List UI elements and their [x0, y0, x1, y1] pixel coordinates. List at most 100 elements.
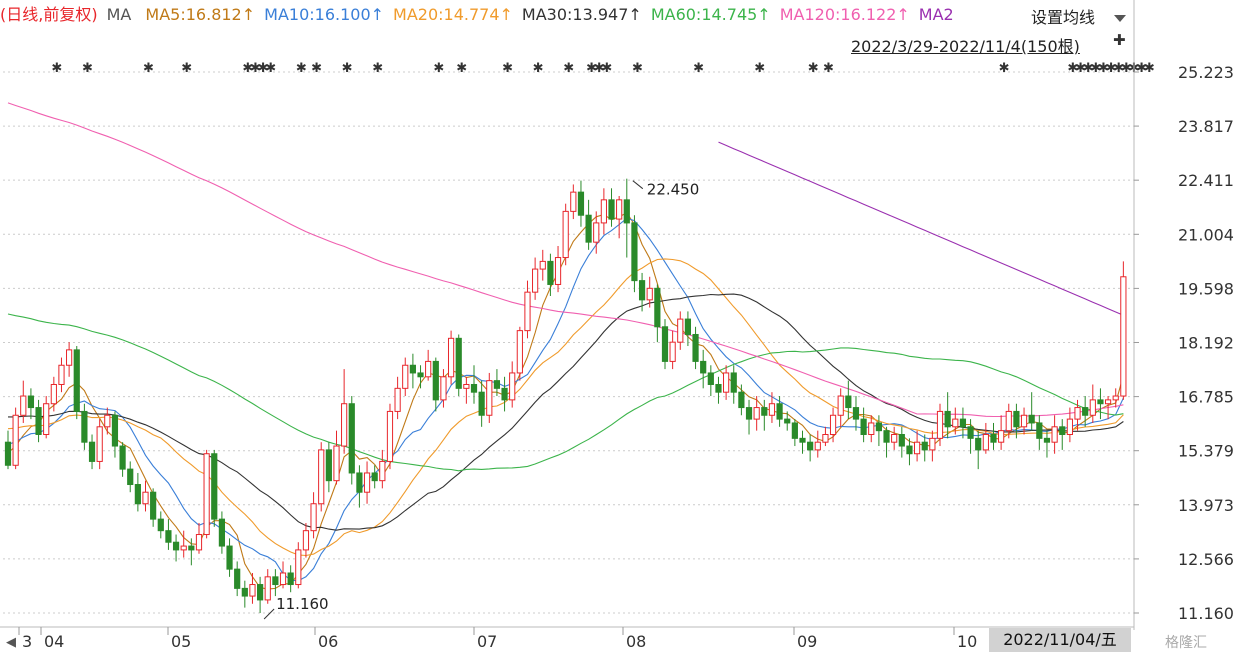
candle: [211, 449, 218, 527]
set-ma-button[interactable]: 设置均线: [1031, 4, 1127, 28]
candle: [936, 403, 944, 447]
y-tick-label: 12.566: [1178, 550, 1234, 569]
candle: [883, 426, 890, 458]
x-tick-label: 3: [22, 632, 32, 651]
candle: [386, 403, 394, 470]
legend-item-0: MA5:16.812↑: [145, 5, 256, 24]
candle: [341, 369, 348, 454]
candle: [898, 426, 905, 458]
candle: [570, 184, 577, 220]
candle: [195, 522, 203, 554]
candle: [692, 326, 699, 370]
low-pointer: [263, 608, 275, 620]
watermark: 格隆汇: [1165, 635, 1207, 651]
candle: [257, 576, 264, 613]
y-tick-label: 16.785: [1178, 388, 1234, 407]
candle: [1013, 403, 1020, 439]
candle: [272, 569, 279, 597]
candle: [631, 215, 638, 293]
candle: [234, 561, 241, 597]
candle: [279, 561, 287, 589]
candle: [730, 365, 737, 404]
event-marker: ✱: [82, 61, 93, 76]
y-tick-label: 23.817: [1178, 117, 1234, 136]
candle: [203, 449, 210, 539]
candle: [654, 284, 661, 343]
pin-icon[interactable]: ✚: [1113, 31, 1126, 49]
legend-item-2: MA20:14.774↑: [393, 5, 513, 24]
y-tick-label: 13.973: [1178, 496, 1234, 515]
candle: [1043, 430, 1051, 458]
legend-prefix: (日线,前复权): [0, 5, 98, 24]
legend-item-1: MA10:16.100↑: [264, 5, 385, 24]
high-pointer: [632, 180, 644, 190]
grid-lines: [3, 71, 1134, 614]
candle: [134, 472, 141, 512]
candle: [677, 311, 684, 350]
date-range-label[interactable]: 2022/3/29-2022/11/4(150根): [851, 33, 1080, 57]
event-marker: ✱: [808, 61, 819, 76]
candle: [157, 511, 164, 539]
scroll-left-icon[interactable]: ◀: [6, 635, 16, 650]
candle: [745, 399, 753, 435]
candle: [218, 511, 226, 554]
candle: [845, 380, 852, 420]
candle: [371, 465, 378, 489]
legend-item-3: MA30:13.947↑: [521, 5, 642, 24]
event-marker: ✱: [265, 61, 276, 76]
event-marker: ✱: [601, 61, 612, 76]
candle: [241, 580, 248, 608]
candle: [302, 522, 310, 558]
candle: [532, 257, 539, 300]
candlestick-chart[interactable]: ✱ ✱ ✱ ✱ ✱✱✱✱ ✱ ✱ ✱ ✱ ✱ ✱ ✱ ✱ ✱ ✱✱✱ ✱ ✱ ✱ ✱ ✱ ✱ ✱✱✱✱✱✱✱✱✱✱✱ 25…: [0, 0, 1240, 657]
event-marker: ✱: [999, 61, 1010, 76]
candle: [295, 542, 302, 589]
candle: [539, 249, 546, 281]
candle: [96, 419, 103, 470]
event-marker: ✱: [754, 61, 765, 76]
candle: [318, 442, 325, 512]
event-marker: ✱: [502, 61, 513, 76]
candle: [577, 180, 585, 227]
candle: [860, 407, 867, 443]
legend-ma-label: MA: [106, 5, 132, 24]
candle: [547, 253, 554, 297]
y-tick-label: 25.223: [1178, 63, 1234, 82]
candle: [791, 419, 798, 447]
candle: [616, 195, 623, 239]
candles: [4, 178, 1127, 613]
x-tick-label: 04: [44, 632, 64, 651]
candle: [852, 396, 860, 431]
candle: [998, 415, 1005, 450]
event-marker: ✱: [342, 61, 353, 76]
candle: [1097, 388, 1104, 420]
x-tick-label: 07: [477, 632, 497, 651]
legend-item-5: MA120:16.122↑: [779, 5, 910, 24]
candle: [623, 178, 630, 258]
y-tick-label: 15.379: [1178, 442, 1234, 461]
candle: [73, 346, 80, 420]
candle: [761, 399, 768, 431]
ma60-line: [7, 313, 1124, 472]
candle: [1112, 388, 1119, 408]
candle: [1020, 407, 1028, 435]
candle: [562, 203, 569, 266]
candle: [348, 396, 355, 485]
candle: [249, 572, 256, 604]
candle: [43, 396, 50, 439]
event-marker: ✱: [181, 61, 192, 76]
candle: [913, 430, 921, 462]
event-marker: ✱: [311, 61, 322, 76]
event-markers: ✱ ✱ ✱ ✱ ✱✱✱✱ ✱ ✱ ✱ ✱ ✱ ✱ ✱ ✱ ✱ ✱✱✱ ✱ ✱ ✱ ✱ ✱ ✱ ✱✱✱✱✱✱✱✱✱✱✱: [51, 61, 1154, 76]
candle: [88, 434, 96, 470]
x-axis: 3 04 05 06 07 08 09 10 ◀: [0, 626, 1134, 651]
candle: [287, 565, 294, 593]
x-tick-label: 06: [318, 632, 338, 651]
y-tick-label: 19.598: [1178, 279, 1234, 298]
candle: [486, 372, 493, 423]
candle: [478, 380, 485, 427]
chevron-down-icon: [1114, 15, 1127, 22]
candle: [822, 426, 829, 447]
legend-items: MA5:16.812↑ MA10:16.100↑ MA20:14.774↑ MA30:…: [145, 5, 962, 24]
candle: [990, 422, 997, 450]
